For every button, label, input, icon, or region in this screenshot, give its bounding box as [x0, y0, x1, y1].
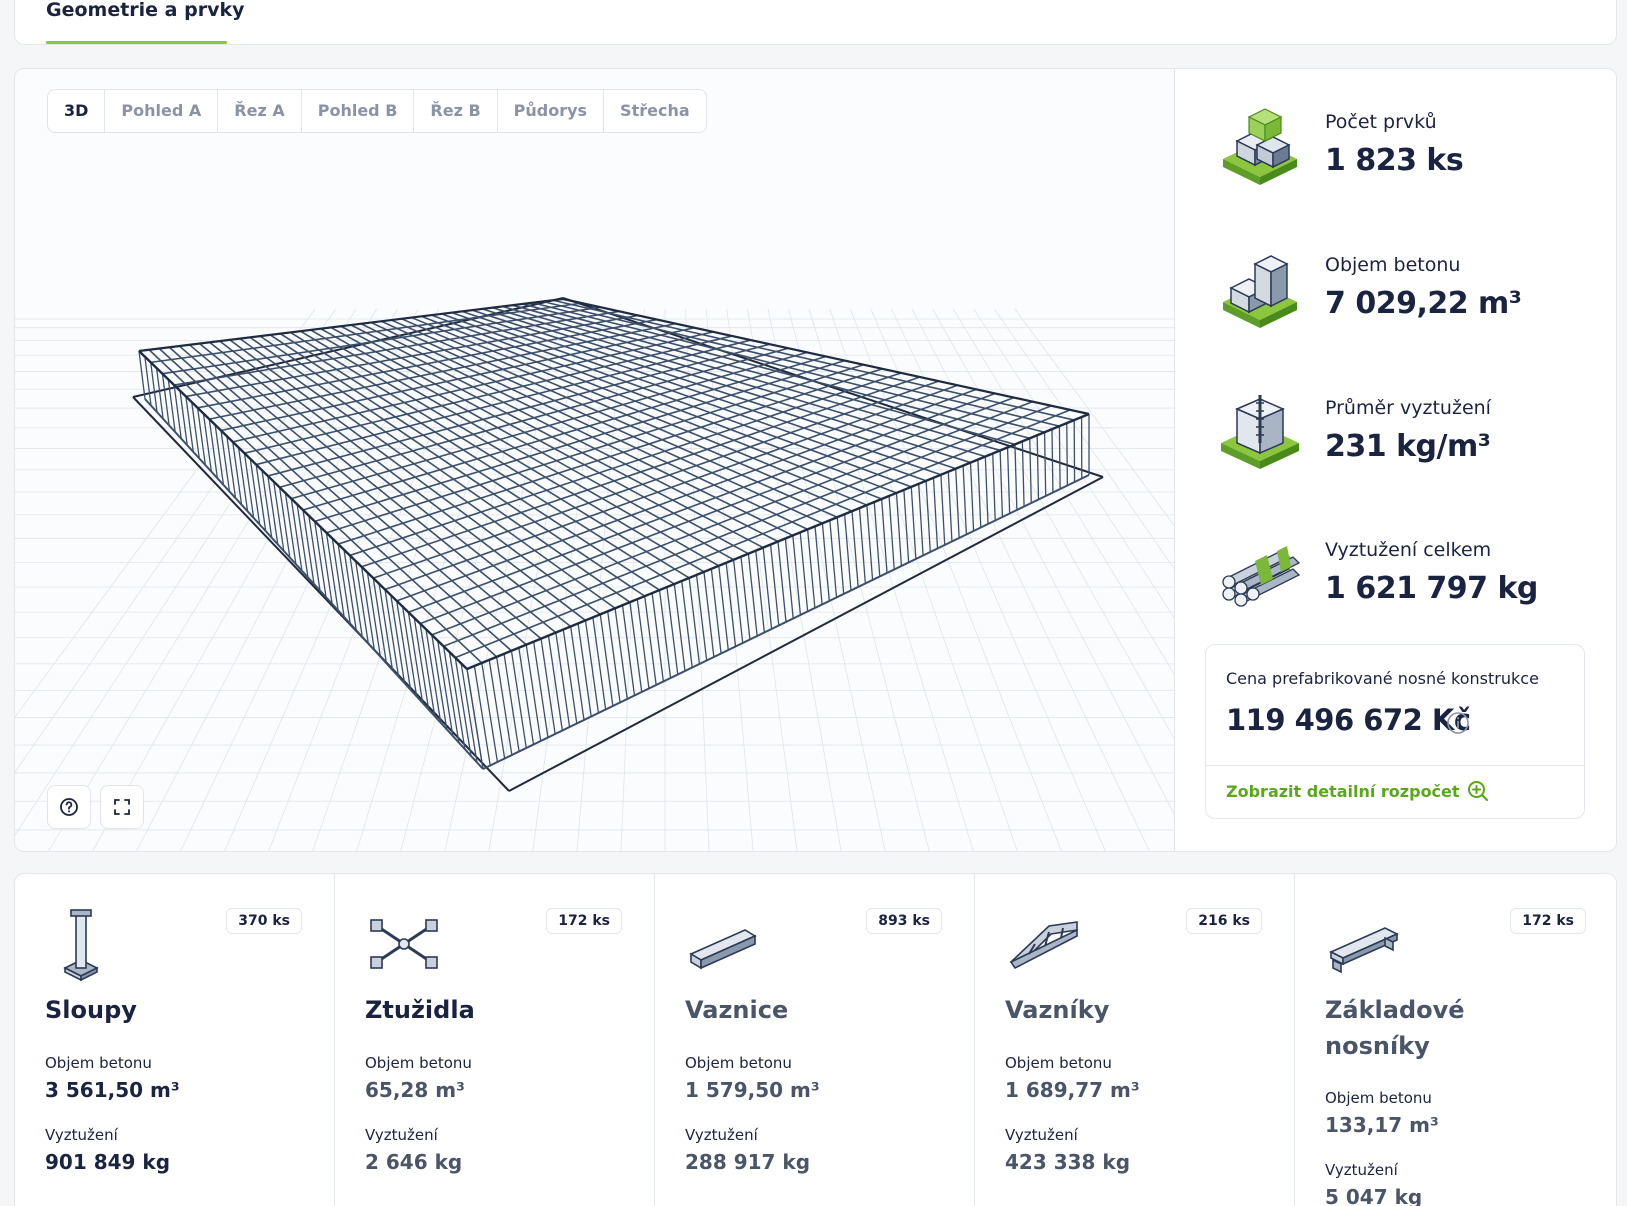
divider: [1206, 765, 1584, 766]
concrete-label: Objem betonu: [45, 1054, 152, 1072]
concrete-value: 65,28 m³: [365, 1078, 465, 1102]
stat-value: 7 029,22 m³: [1325, 286, 1522, 321]
stat-value: 1 621 797 kg: [1325, 571, 1538, 606]
element-name: Vaznice: [685, 996, 789, 1024]
count-badge: 893 ks: [866, 908, 942, 934]
element-card-vazniky[interactable]: 216 ks Vazníky Objem betonu 1 689,77 m³ …: [975, 874, 1295, 1206]
help-circle-icon: [60, 798, 78, 816]
info-icon[interactable]: [1446, 711, 1470, 735]
purlin-icon: [689, 929, 757, 970]
3d-viewer[interactable]: 3D Pohled A Řez A Pohled B Řez B Půdorys…: [15, 69, 1175, 852]
stat-pocet-prvku: Počet prvků 1 823 ks: [1215, 101, 1585, 201]
column-icon: [63, 909, 99, 982]
rebar-label: Vyztužení: [685, 1126, 758, 1144]
concrete-label: Objem betonu: [1325, 1089, 1432, 1107]
concrete-value: 133,17 m³: [1325, 1113, 1439, 1137]
stat-label: Vyztužení celkem: [1325, 539, 1492, 561]
tab-geometrie-a-prvky[interactable]: Geometrie a prvky: [46, 0, 245, 21]
element-name: Vazníky: [1005, 996, 1110, 1024]
view-tabs: 3D Pohled A Řez A Pohled B Řez B Půdorys…: [47, 89, 707, 133]
stat-label: Průměr vyztužení: [1325, 397, 1491, 419]
rebar-label: Vyztužení: [1005, 1126, 1078, 1144]
rebar-bundle-icon: [1222, 546, 1301, 607]
concrete-label: Objem betonu: [1005, 1054, 1112, 1072]
blocks-icon: [1223, 108, 1297, 185]
element-name: Ztužidla: [365, 996, 475, 1024]
foundation-beam-icon: [1329, 927, 1399, 974]
price-label: Cena prefabrikované nosné konstrukce: [1226, 669, 1539, 688]
rebar-value: 5 047 kg: [1325, 1185, 1423, 1206]
concrete-value: 1 689,77 m³: [1005, 1078, 1140, 1102]
rebar-value: 288 917 kg: [685, 1150, 811, 1174]
element-card-ztuzidla[interactable]: 172 ks Ztužidla Objem betonu 65,28 m³ Vy…: [335, 874, 655, 1206]
main-panel: 3D Pohled A Řez A Pohled B Řez B Půdorys…: [14, 68, 1617, 852]
concrete-cubes-icon: [1223, 255, 1297, 328]
element-card-vaznice[interactable]: 893 ks Vaznice Objem betonu 1 579,50 m³ …: [655, 874, 975, 1206]
active-tab-indicator: [46, 41, 227, 44]
stat-label: Počet prvků: [1325, 111, 1437, 133]
fullscreen-icon: [114, 799, 130, 815]
tab-strecha[interactable]: Střecha: [604, 90, 706, 132]
top-tab-bar: Geometrie a prvky: [14, 0, 1617, 45]
rebar-value: 2 646 kg: [365, 1150, 463, 1174]
rebar-label: Vyztužení: [45, 1126, 118, 1144]
count-badge: 370 ks: [226, 908, 302, 934]
tab-rez-a[interactable]: Řez A: [218, 90, 302, 132]
tab-rez-b[interactable]: Řez B: [414, 90, 498, 132]
rebar-value: 901 849 kg: [45, 1150, 171, 1174]
fullscreen-button[interactable]: [100, 785, 144, 829]
count-badge: 216 ks: [1186, 908, 1262, 934]
element-card-zakladove-nosniky[interactable]: 172 ks Základové nosníky Objem betonu 13…: [1295, 874, 1616, 1206]
truss-icon: [1009, 921, 1078, 970]
price-value: 119 496 672 Kč: [1226, 703, 1471, 737]
tab-pudorys[interactable]: Půdorys: [498, 90, 605, 132]
3d-model-canvas[interactable]: [15, 69, 1175, 852]
bracing-icon: [370, 919, 438, 969]
help-button[interactable]: [47, 785, 91, 829]
tab-3d[interactable]: 3D: [48, 90, 106, 132]
concrete-value: 3 561,50 m³: [45, 1078, 180, 1102]
concrete-value: 1 579,50 m³: [685, 1078, 820, 1102]
element-name: Sloupy: [45, 996, 137, 1024]
rebar-label: Vyztužení: [365, 1126, 438, 1144]
concrete-label: Objem betonu: [365, 1054, 472, 1072]
element-name: Základové nosníky: [1325, 996, 1465, 1060]
rebar-label: Vyztužení: [1325, 1161, 1398, 1179]
detail-budget-link[interactable]: Zobrazit detailní rozpočet: [1226, 782, 1460, 801]
element-card-sloupy[interactable]: 370 ks Sloupy Objem betonu 3 561,50 m³ V…: [15, 874, 335, 1206]
stat-value: 231 kg/m³: [1325, 429, 1491, 464]
stat-value: 1 823 ks: [1325, 143, 1464, 178]
tab-pohled-b[interactable]: Pohled B: [302, 90, 415, 132]
stat-label: Objem betonu: [1325, 254, 1461, 276]
count-badge: 172 ks: [546, 908, 622, 934]
elements-panel: 370 ks Sloupy Objem betonu 3 561,50 m³ V…: [14, 873, 1617, 1206]
stat-prumer-vyztuzeni: Průměr vyztužení 231 kg/m³: [1215, 387, 1585, 487]
rebar-value: 423 338 kg: [1005, 1150, 1131, 1174]
reinforcement-column-icon: [1221, 395, 1299, 469]
concrete-label: Objem betonu: [685, 1054, 792, 1072]
stat-vyztuzeni-celkem: Vyztužení celkem 1 621 797 kg: [1215, 529, 1585, 629]
tab-pohled-a[interactable]: Pohled A: [105, 90, 219, 132]
price-card: Cena prefabrikované nosné konstrukce 119…: [1205, 644, 1585, 819]
zoom-in-icon[interactable]: [1466, 779, 1490, 803]
count-badge: 172 ks: [1510, 908, 1586, 934]
stat-objem-betonu: Objem betonu 7 029,22 m³: [1215, 244, 1585, 344]
